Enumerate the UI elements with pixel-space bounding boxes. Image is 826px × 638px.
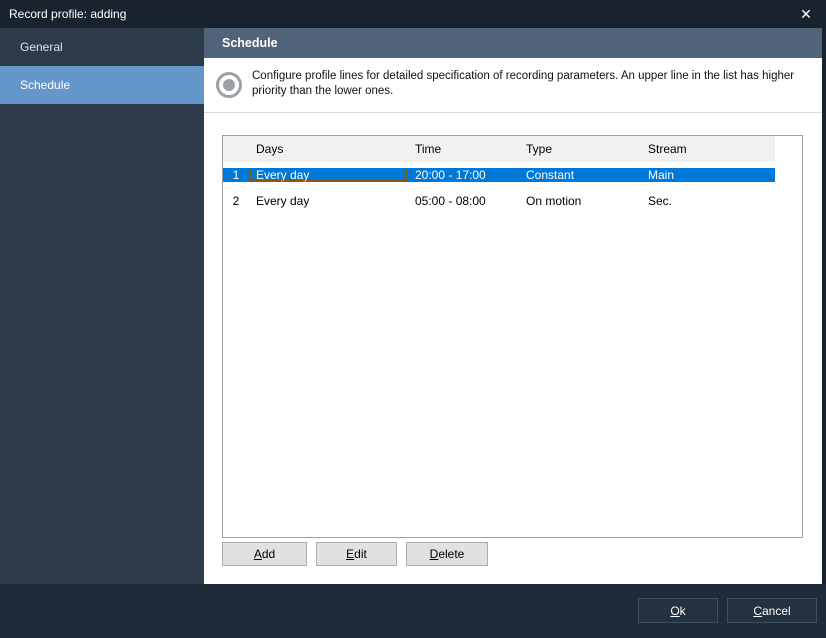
row-stream: Sec. [648,194,673,208]
row-type: On motion [526,194,582,208]
row-days: Every day [256,194,310,208]
window-border-right [822,28,826,584]
window-title: Record profile: adding [9,7,127,21]
column-header-days[interactable]: Days [249,136,408,162]
close-icon[interactable]: ✕ [793,0,819,28]
cancel-button-label: Cancel [753,603,791,618]
title-bar: Record profile: adding ✕ [0,0,826,28]
row-number: 1 [223,168,249,182]
page-title: Schedule [204,28,822,58]
add-button[interactable]: Add [222,542,307,566]
ok-button-label: Ok [670,603,686,618]
add-button-label: Add [253,547,276,561]
ok-button[interactable]: Ok [638,598,718,623]
sidebar-item-general[interactable]: General [0,28,204,66]
description-section: Configure profile lines for detailed spe… [204,58,822,113]
table-row[interactable]: 1 Every day 20:00 - 17:00 Constant Main [223,162,802,188]
row-stream: Main [641,168,775,182]
footer-bar: Ok Cancel [0,584,826,638]
column-header-stream[interactable]: Stream [641,136,775,162]
column-header-type[interactable]: Type [519,136,641,162]
edit-button-label: Edit [346,547,367,561]
cancel-button[interactable]: Cancel [727,598,817,623]
delete-button-label: Delete [429,547,465,561]
table-header-row: Days Time Type Stream [223,136,802,162]
description-text: Configure profile lines for detailed spe… [252,70,795,97]
edit-button[interactable]: Edit [316,542,397,566]
sidebar: General Schedule [0,28,204,584]
record-dot [223,79,235,91]
row-time: 20:00 - 17:00 [408,168,519,182]
column-header-time[interactable]: Time [408,136,519,162]
sidebar-item-schedule[interactable]: Schedule [0,66,204,104]
column-header-number [223,136,249,162]
row-type: Constant [519,168,641,182]
schedule-table: Days Time Type Stream 1 Every day 20:00 … [222,135,803,538]
delete-button[interactable]: Delete [406,542,488,566]
row-number: 2 [232,194,240,208]
row-days: Every day [249,168,408,182]
row-time: 05:00 - 08:00 [415,194,486,208]
record-circle-icon [216,72,242,98]
content-panel: Schedule Configure profile lines for det… [204,28,822,584]
table-row[interactable]: 2 Every day 05:00 - 08:00 On motion Sec. [223,188,802,214]
